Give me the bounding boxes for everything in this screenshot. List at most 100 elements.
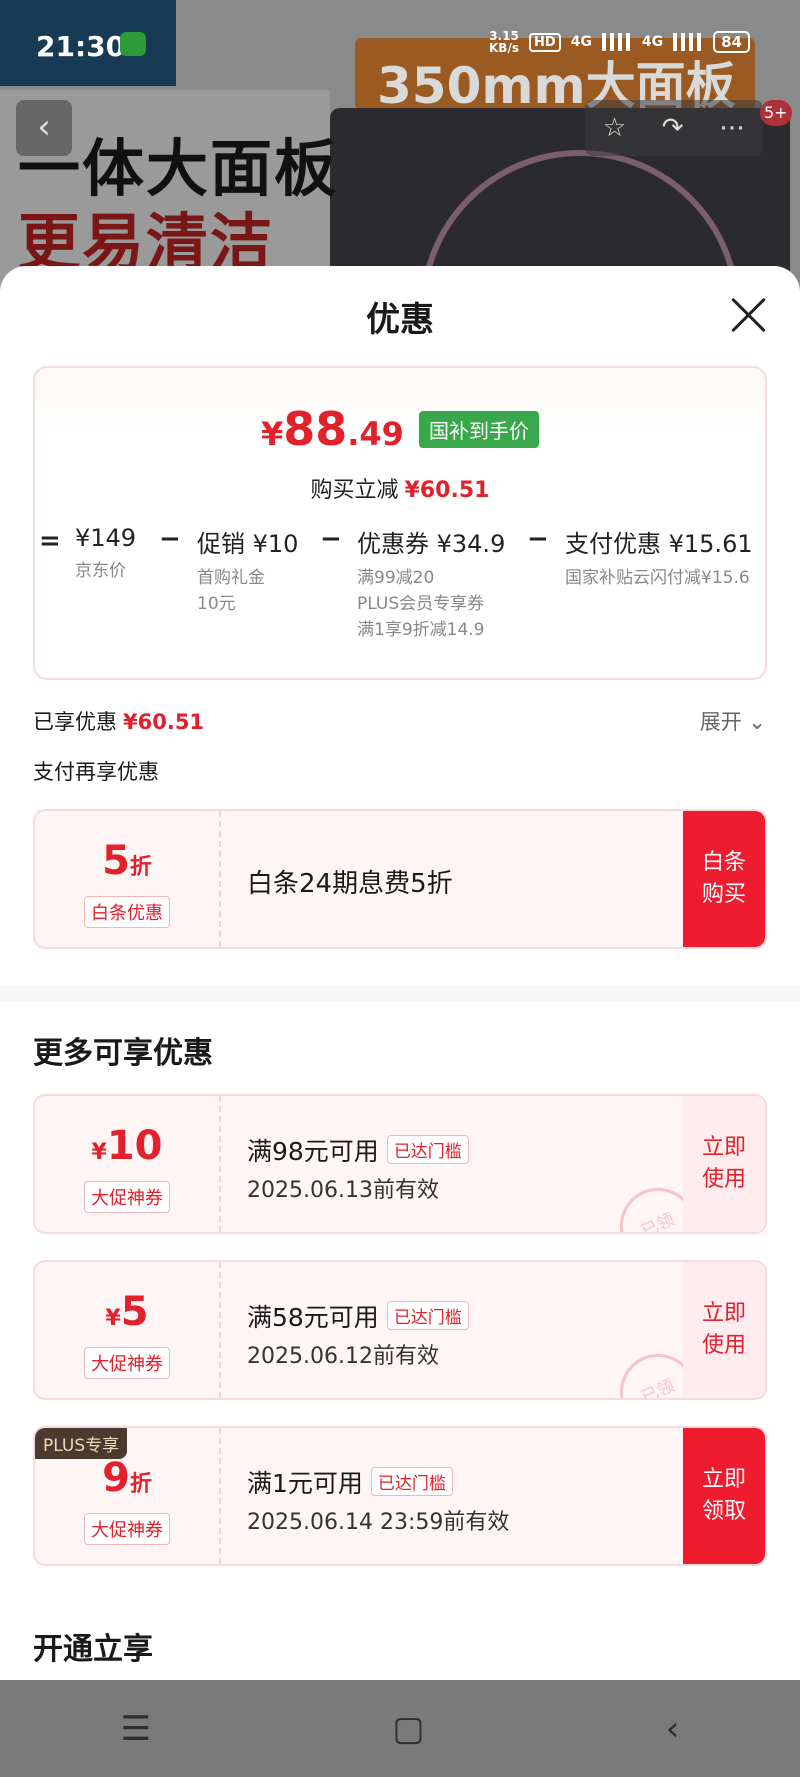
star-icon[interactable]: ☆ [603,113,626,143]
amount-value: 9 [102,1455,130,1501]
coupon-amount: 9折 [35,1456,219,1507]
breakdown-item-jd-price: ¥149 京东价 [75,524,136,584]
enjoyed-value: ¥60.51 [123,710,205,734]
baitiao-coupon: 5折 白条优惠 白条24期息费5折 白条购买 [33,809,767,949]
breakdown-sub-3: 满1享9折减14.9 [357,620,485,640]
coupon-valid: 2025.06.14 23:59前有效 [247,1510,510,1535]
section-divider [0,986,800,1002]
discount-sheet: 优惠 ¥88.49 国补到手价 购买立减 ¥60.51 = ¥149 京东价 − … [0,266,800,1680]
use-now-button[interactable]: 立即使用 [683,1262,765,1398]
speed-unit: KB/s [489,41,519,55]
coupon-tag: 大促神券 [84,1181,170,1213]
claim-now-button[interactable]: 立即领取 [683,1428,765,1564]
amount-currency: ¥ [105,1306,121,1331]
coupon-left: ¥10 大促神券 [35,1096,221,1232]
saved-line: 购买立减 ¥60.51 [35,472,765,504]
top-actions: ☆ ↷ ⋯ [585,100,763,156]
coupon-condition: 满98元可用 [247,1137,379,1166]
breakdown-sub-2: PLUS会员专享券 [357,594,485,614]
back-nav-icon[interactable]: ‹ [666,1709,680,1749]
menu-icon[interactable]: ☰ [121,1709,151,1749]
more-discounts-title: 更多可享优惠 [33,1036,213,1071]
threshold-reached-badge: 已达门槛 [370,1467,453,1496]
final-price-row: ¥88.49 国补到手价 [35,402,765,456]
price-breakdown: = ¥149 京东价 − 促销 ¥10 首购礼金 10元 − 优惠券 ¥34.9 … [35,518,765,678]
coupon-amount: 5折 [35,839,219,890]
breakdown-sub-1: 首购礼金 [197,568,265,588]
breakdown-main: 支付优惠 ¥15.61 [565,530,753,558]
amount-currency: ¥ [91,1140,107,1165]
more-icon[interactable]: ⋯ [719,113,745,143]
equals-sign: = [39,526,61,556]
amount-unit: 折 [129,1472,152,1497]
final-price: ¥88.49 [261,402,404,456]
coupon-left: 9折 大促神券 [35,1428,221,1564]
status-time-box: 21:30 [0,0,176,86]
subsidy-price-tag: 国补到手价 [419,410,540,448]
coupon-tag: 大促神券 [84,1513,170,1545]
status-indicators: 3.15 KB/s HD 4G 4G 84 [489,30,750,54]
coupon-valid: 2025.06.12前有效 [247,1344,439,1369]
coupon-tag: 白条优惠 [84,896,170,928]
coupon-left: 5折 白条优惠 [35,811,221,947]
status-bar: 21:30 3.15 KB/s HD 4G 4G 84 [0,0,800,90]
price-currency: ¥ [260,415,284,453]
saved-value: ¥60.51 [404,478,490,503]
coupon-title: 满98元可用 已达门槛 [247,1132,469,1168]
amount-value: 10 [106,1123,163,1169]
cta-label: 立即使用 [701,1301,746,1358]
threshold-reached-badge: 已达门槛 [386,1135,469,1164]
coupon-amount: ¥10 [35,1124,219,1175]
pay-more-title: 支付再享优惠 [33,760,159,784]
breakdown-sub: 京东价 [75,561,126,581]
breakdown-main: ¥149 [75,524,137,552]
minus-sign: − [159,524,181,554]
back-button[interactable]: ‹ [16,100,72,156]
battery-icon: 84 [713,31,750,53]
coupon-tag: 大促神券 [84,1347,170,1379]
breakdown-sub-2: 10元 [197,594,236,614]
coupon-left: ¥5 大促神券 [35,1262,221,1398]
breakdown-sub-1: 满99减20 [357,568,435,588]
amount-unit: 折 [129,855,152,880]
use-now-button[interactable]: 立即使用 [683,1096,765,1232]
enjoyed-discount: 已享优惠 ¥60.51 [33,706,204,736]
baitiao-buy-button[interactable]: 白条购买 [683,811,765,947]
price-int: 88 [283,402,348,456]
cart-badge: 5+ [760,100,792,126]
close-icon[interactable] [730,296,768,334]
price-card: ¥88.49 国补到手价 购买立减 ¥60.51 = ¥149 京东价 − 促销 … [33,366,767,680]
coupon-title: 满58元可用 已达门槛 [247,1298,469,1334]
chevron-down-icon: ⌄ [748,710,766,734]
enjoyed-label: 已享优惠 [33,710,117,734]
breakdown-item-coupon: 优惠券 ¥34.9 满99减20 PLUS会员专享券 满1享9折减14.9 [357,524,505,643]
breakdown-main: 促销 ¥10 [197,530,299,558]
cta-label: 立即使用 [701,1135,746,1192]
hd-icon: HD [528,32,561,52]
home-icon[interactable]: ▢ [392,1709,424,1749]
status-time: 21:30 [36,30,126,63]
cta-label: 白条购买 [701,850,746,907]
coupon-condition: 满1元可用 [247,1469,363,1498]
price-dec: .49 [347,415,404,453]
coupon-valid: 2025.06.13前有效 [247,1178,439,1203]
coupon-card-plus: PLUS专享 9折 大促神券 满1元可用 已达门槛 2025.06.14 23:5… [33,1426,767,1566]
share-icon[interactable]: ↷ [662,113,684,143]
sheet-title: 优惠 [366,300,434,340]
signal-icon [601,33,632,51]
signal-icon-2 [673,33,704,51]
expand-button[interactable]: 展开 ⌄ [700,706,766,736]
breakdown-sub: 满99减20 PLUS会员专享券 满1享9折减14.9 [357,565,505,643]
breakdown-main: 优惠券 ¥34.9 [357,530,506,558]
breakdown-item-promo: 促销 ¥10 首购礼金 10元 [197,524,298,617]
system-nav-bar: ☰ ▢ ‹ [0,1680,800,1777]
coupon-amount: ¥5 [35,1290,219,1341]
expand-label: 展开 [699,710,742,734]
coupon-title: 白条24期息费5折 [247,869,453,899]
net-label-2: 4G [641,34,664,50]
network-speed: 3.15 KB/s [489,30,519,54]
breakdown-sub: 首购礼金 10元 [197,565,298,617]
minus-sign: − [527,524,549,554]
coupon-title: 满1元可用 已达门槛 [247,1464,453,1500]
breakdown-item-payment: 支付优惠 ¥15.61 国家补贴云闪付减¥15.6 [565,524,753,591]
